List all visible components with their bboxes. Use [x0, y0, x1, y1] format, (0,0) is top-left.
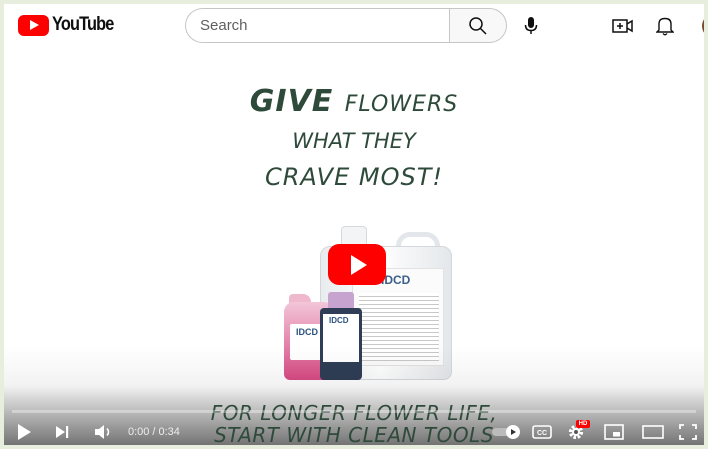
bell-icon — [656, 17, 674, 36]
autoplay-toggle[interactable] — [490, 420, 524, 444]
bottle-brand: IDCD — [329, 316, 349, 325]
play-button[interactable] — [12, 420, 36, 444]
video-bottom-text: FOR LONGER FLOWER LIFE, START WITH CLEAN… — [204, 402, 504, 445]
notifications-button[interactable] — [650, 11, 680, 41]
miniplayer-button[interactable] — [601, 420, 627, 444]
avatar[interactable] — [702, 14, 704, 38]
create-video-icon — [612, 19, 633, 33]
search-icon — [469, 16, 487, 35]
autoplay-toggle-icon — [492, 425, 520, 439]
cc-text: CC — [537, 430, 547, 437]
headline-line-2: WHAT THEY — [292, 129, 416, 153]
bottom-line-2: START WITH CLEAN TOOLS — [214, 423, 494, 445]
bottom-line-1: FOR LONGER FLOWER LIFE, — [210, 401, 498, 425]
progress-bar[interactable] — [12, 410, 696, 413]
headline-word-give: GIVE — [249, 84, 334, 119]
search-button[interactable] — [449, 8, 507, 43]
fullscreen-button[interactable] — [676, 420, 700, 444]
youtube-logo-icon — [18, 14, 49, 36]
video-player[interactable]: GIVE FLOWERS WHAT THEY CRAVE MOST! IDCD … — [4, 46, 704, 445]
next-icon — [56, 426, 69, 438]
browser-frame: YouTube Search GIVE FLOWERS WHAT THEY CR… — [4, 4, 704, 445]
duration: 0:34 — [158, 426, 180, 438]
miniplayer-icon — [604, 424, 624, 440]
mute-button[interactable] — [92, 420, 116, 444]
captions-icon: CC — [532, 425, 552, 439]
spray-brand: IDCD — [296, 327, 318, 337]
logo-text: YouTube — [52, 14, 114, 35]
theater-icon — [642, 425, 664, 439]
fullscreen-icon — [679, 424, 697, 440]
headline-line-3: CRAVE MOST! — [265, 163, 443, 191]
search-input[interactable]: Search — [185, 8, 449, 43]
next-button[interactable] — [50, 420, 74, 444]
time-display: 0:00/0:34 — [128, 426, 180, 438]
youtube-logo[interactable]: YouTube — [18, 14, 123, 36]
theater-mode-button[interactable] — [640, 420, 666, 444]
play-icon — [18, 424, 31, 440]
top-bar: YouTube Search — [4, 4, 704, 46]
volume-icon — [95, 425, 110, 439]
voice-search-button[interactable] — [516, 11, 546, 41]
search-placeholder: Search — [200, 17, 248, 34]
headline-word-flowers: FLOWERS — [344, 92, 459, 117]
current-time: 0:00 — [128, 426, 150, 438]
microphone-icon — [524, 17, 538, 34]
video-headline: GIVE FLOWERS WHAT THEY CRAVE MOST! — [204, 84, 504, 195]
create-button[interactable] — [608, 11, 638, 41]
large-play-button[interactable] — [328, 244, 386, 285]
hd-badge: HD — [576, 420, 590, 428]
captions-button[interactable]: CC — [530, 420, 554, 444]
